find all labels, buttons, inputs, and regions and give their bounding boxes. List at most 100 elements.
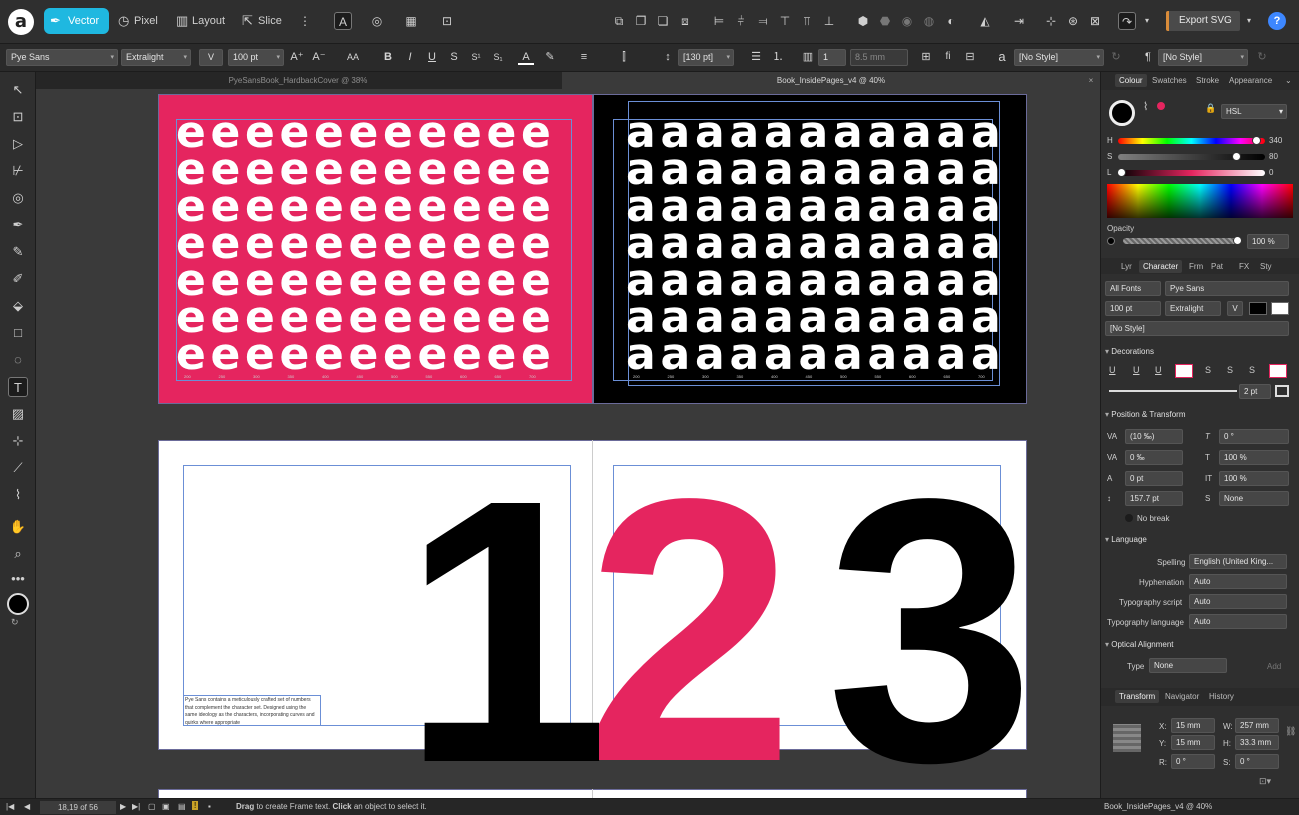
language-header[interactable]: Language xyxy=(1105,535,1147,544)
slice-persona-button[interactable]: ⇱ Slice xyxy=(236,8,282,34)
strike-double-icon[interactable]: S xyxy=(1227,365,1233,375)
highlight-icon[interactable]: ✎ xyxy=(542,49,558,65)
shape-tool-icon[interactable]: ◌ xyxy=(8,350,28,370)
font-size-field[interactable]: 100 pt ▾ xyxy=(228,49,284,66)
panel-menu-icon[interactable]: ⌄ xyxy=(1285,76,1292,85)
x-field[interactable]: 15 mm xyxy=(1171,718,1215,733)
hue-slider[interactable] xyxy=(1118,136,1265,145)
align-center-icon[interactable]: ⫩ xyxy=(732,12,750,30)
leading-icon[interactable]: ↕ xyxy=(660,49,676,65)
chevron-down-icon[interactable]: ▾ xyxy=(1138,12,1156,30)
lock-icon[interactable]: 🔒 xyxy=(1205,103,1216,114)
colour-spectrum[interactable] xyxy=(1107,184,1293,218)
char-style-icon[interactable]: a xyxy=(994,49,1010,65)
rectangle-tool-icon[interactable]: □ xyxy=(8,323,28,343)
saturation-value[interactable]: 80 xyxy=(1269,152,1278,161)
columns-icon[interactable]: ▥ xyxy=(800,49,816,65)
caps-icon[interactable]: AA xyxy=(345,49,361,65)
export-dropdown-icon[interactable]: ▾ xyxy=(1240,12,1258,30)
digit-two[interactable]: 2 xyxy=(586,444,795,799)
font-collection-select[interactable]: All Fonts xyxy=(1105,281,1161,296)
baseline-field[interactable]: 0 pt xyxy=(1125,471,1183,486)
lightness-knob[interactable] xyxy=(1117,168,1126,177)
node-tool-icon[interactable]: ▷ xyxy=(8,134,28,154)
hue-knob[interactable] xyxy=(1252,136,1262,145)
w-field[interactable]: 257 mm xyxy=(1235,718,1279,733)
kerning-field[interactable]: 0 ‰ xyxy=(1125,450,1183,465)
align-bottom-icon[interactable]: ⊥ xyxy=(820,12,838,30)
panel-style-select[interactable]: Extralight xyxy=(1165,301,1221,316)
brush-tool-icon[interactable]: ✐ xyxy=(8,269,28,289)
tab-stroke[interactable]: Stroke xyxy=(1196,76,1219,85)
align-middle-icon[interactable]: ⫪ xyxy=(798,12,816,30)
pen-tool-icon[interactable]: ✒ xyxy=(8,215,28,235)
grid-icon[interactable]: ▦ xyxy=(402,12,420,30)
export-svg-button[interactable]: Export SVG xyxy=(1166,11,1240,31)
digit-one[interactable]: 1 xyxy=(401,445,610,799)
spelling-select[interactable]: English (United King... xyxy=(1189,554,1287,569)
hue-value[interactable]: 340 xyxy=(1269,136,1282,145)
eyedropper-tool-icon[interactable]: ⌇ xyxy=(8,485,28,505)
y-field[interactable]: 15 mm xyxy=(1171,735,1215,750)
vector-persona-button[interactable]: ✒ Vector xyxy=(44,8,110,34)
pixel-persona-button[interactable]: ◷ Pixel xyxy=(112,8,158,34)
tab-transform[interactable]: Transform xyxy=(1115,690,1160,703)
tab-appearance[interactable]: Appearance xyxy=(1229,76,1272,85)
strike-color-swatch[interactable] xyxy=(1269,364,1287,378)
baseline-grid-field[interactable]: 8.5 mm xyxy=(850,49,908,66)
assistant-icon[interactable]: ↷ xyxy=(1118,12,1136,30)
hand-tool-icon[interactable]: ✋ xyxy=(8,517,28,537)
stroke-color-dot[interactable] xyxy=(1157,102,1165,110)
page-indicator[interactable]: 18,19 of 56 xyxy=(40,801,116,814)
swap-icon[interactable]: ↻ xyxy=(11,617,19,628)
move-tool-icon[interactable]: ↖ xyxy=(8,80,28,100)
arrange-forward-one-icon[interactable]: ❏ xyxy=(654,12,672,30)
transparency-tool-icon[interactable]: ⟋ xyxy=(8,458,28,478)
stroke-width-slider[interactable] xyxy=(1109,390,1237,392)
layout-persona-button[interactable]: ▥ Layout xyxy=(170,8,225,34)
no-break-toggle[interactable] xyxy=(1125,514,1133,522)
underline-thick-icon[interactable]: U xyxy=(1155,365,1162,375)
caption-text-frame[interactable]: Pye Sans contains a meticulously crafted… xyxy=(183,695,321,726)
r-field[interactable]: 0 ° xyxy=(1171,754,1215,769)
snap-icon[interactable]: ⊡ xyxy=(438,12,456,30)
text-fill-swatch[interactable] xyxy=(1249,302,1267,315)
transform-options-icon[interactable]: ⊡▾ xyxy=(1259,776,1271,787)
optical-type-select[interactable]: None xyxy=(1149,658,1227,673)
crop-tool-icon[interactable]: ⊹ xyxy=(8,431,28,451)
bullet-list-icon[interactable]: ☰ xyxy=(748,49,764,65)
paragraph-align-icon[interactable]: ≡ xyxy=(576,49,592,65)
lightness-slider[interactable] xyxy=(1117,168,1265,177)
font-style-select[interactable]: Extralight ▾ xyxy=(121,49,191,66)
refresh-icon[interactable]: ↻ xyxy=(1254,49,1270,65)
subscript-icon[interactable]: S₁ xyxy=(490,49,506,65)
paragraph-icon[interactable]: ¶ xyxy=(1140,49,1156,65)
tab-layers[interactable]: Lyr xyxy=(1121,262,1132,271)
decrease-size-icon[interactable]: A⁻ xyxy=(311,49,327,65)
text-tool-icon[interactable]: T xyxy=(8,377,28,397)
lightness-value[interactable]: 0 xyxy=(1269,168,1273,177)
prev-page-icon[interactable]: ◀ xyxy=(24,802,30,811)
ligature-icon[interactable]: ﬁ xyxy=(940,49,956,65)
panel-font-select[interactable]: Pye Sans xyxy=(1165,281,1289,296)
position-transform-header[interactable]: Position & Transform xyxy=(1105,410,1185,419)
arrange-front-icon[interactable]: ⧈ xyxy=(676,12,694,30)
image-tool-icon[interactable]: ▨ xyxy=(8,404,28,424)
add-button[interactable]: Add xyxy=(1267,662,1281,671)
first-page-icon[interactable]: |◀ xyxy=(6,802,14,811)
scale-v-field[interactable]: 100 % xyxy=(1219,471,1289,486)
constraints-icon[interactable]: ⊠ xyxy=(1086,12,1104,30)
caps-select[interactable]: None xyxy=(1219,491,1289,506)
double-underline-icon[interactable]: U xyxy=(1133,365,1140,375)
underline-icon[interactable]: U xyxy=(424,49,440,65)
strikethrough-icon[interactable]: S xyxy=(446,49,462,65)
scale-h-field[interactable]: 100 % xyxy=(1219,450,1289,465)
more-tools-icon[interactable]: ••• xyxy=(8,569,28,589)
char-style-select[interactable]: [No Style] ▾ xyxy=(1014,49,1104,66)
document-canvas[interactable]: eeeeeeeeeeeeeeeeeeeeeeeeeeeeeeeeeeeeeeee… xyxy=(36,89,1100,798)
font-family-select[interactable]: Pye Sans ▾ xyxy=(6,49,118,66)
hyphenation-select[interactable]: Auto xyxy=(1189,574,1287,589)
decorations-header[interactable]: Decorations xyxy=(1105,347,1154,356)
colour-model-select[interactable]: HSL ▾ xyxy=(1221,104,1287,119)
columns-field[interactable]: 1 xyxy=(818,49,846,66)
